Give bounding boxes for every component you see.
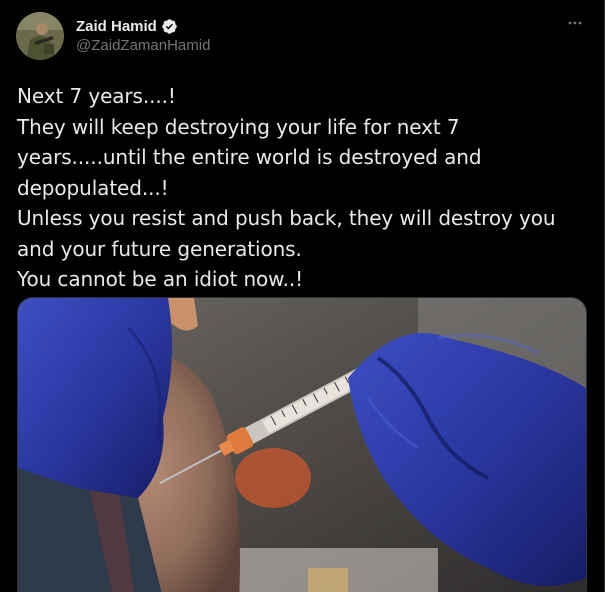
tweet-header: Zaid Hamid @ZaidZamanHamid	[16, 12, 588, 62]
tweet-card: Zaid Hamid @ZaidZamanHamid Next 7 years.…	[0, 0, 605, 592]
author-display-name[interactable]: Zaid Hamid	[76, 18, 157, 35]
more-options-icon	[567, 15, 583, 35]
tweet-media-image[interactable]	[17, 297, 587, 592]
tweet-text: Next 7 years....! They will keep destroy…	[17, 84, 556, 291]
author-handle[interactable]: @ZaidZamanHamid	[76, 37, 210, 54]
author-names: Zaid Hamid @ZaidZamanHamid	[76, 16, 210, 55]
verified-badge-icon	[161, 18, 178, 35]
display-name-row: Zaid Hamid	[76, 16, 210, 36]
avatar[interactable]	[16, 12, 64, 60]
more-options-button[interactable]	[562, 12, 588, 38]
